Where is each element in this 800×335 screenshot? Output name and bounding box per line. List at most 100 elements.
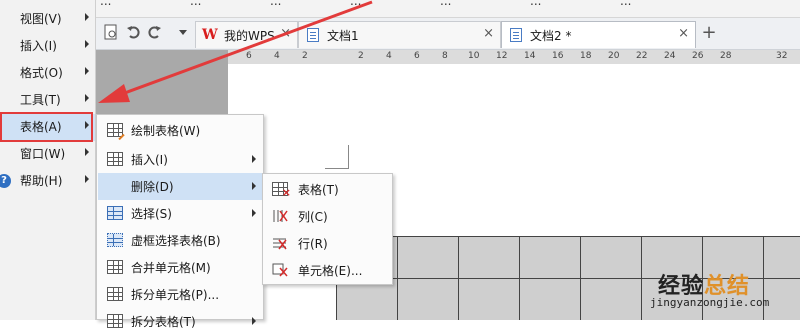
menu-item-label: 插入(I) [20, 39, 57, 53]
menu-item-insert[interactable]: 插入(I) [0, 33, 95, 60]
ribbon-item[interactable]: ... [190, 0, 201, 8]
menu-item-delete-column[interactable]: 列(C) [264, 203, 391, 230]
menu-item-delete[interactable]: 删除(D) [98, 173, 262, 200]
table-border [580, 236, 581, 320]
menu-item-insert[interactable]: 插入(I) [98, 146, 262, 173]
menu-item-delete-table[interactable]: × 表格(T) [264, 176, 391, 203]
tab-label: 文档2 * [530, 29, 572, 43]
menu-item-label: 格式(O) [20, 66, 63, 80]
table-border [397, 236, 398, 320]
margin-corner-mark [325, 145, 349, 169]
delete-cell-icon [272, 263, 288, 277]
ribbon-item[interactable]: ... [620, 0, 631, 8]
close-icon[interactable]: × [280, 26, 291, 41]
menu-item-draw-table[interactable]: 绘制表格(W) [98, 117, 262, 144]
ribbon-item[interactable]: ... [350, 0, 361, 8]
delete-table-icon: × [272, 182, 291, 198]
draw-table-icon [107, 123, 125, 141]
tab-label: 我的WPS [224, 29, 275, 43]
table-border [336, 236, 800, 237]
ruler-number: 8 [442, 51, 448, 61]
tab-label: 文档1 [327, 29, 359, 43]
menu-item-view[interactable]: 视图(V) [0, 6, 95, 33]
menu-item-window[interactable]: 窗口(W) [0, 141, 95, 168]
redo-icon[interactable] [147, 24, 163, 42]
ribbon-item[interactable]: ... [440, 0, 451, 8]
dropdown-icon[interactable] [175, 24, 191, 42]
menu-item-label: 表格(T) [298, 183, 339, 197]
ruler-number: 28 [720, 51, 732, 61]
submenu-arrow-icon [85, 94, 89, 102]
ruler-number: 18 [580, 51, 592, 61]
submenu-arrow-icon [85, 148, 89, 156]
ruler-number: 2 [302, 51, 308, 61]
select-table-icon [107, 206, 123, 220]
menu-item-label: 列(C) [298, 210, 328, 224]
document-tab-bar: W 我的WPS × 文档1 × 文档2 * × + [95, 18, 800, 50]
submenu-arrow-icon [85, 13, 89, 21]
document-icon [307, 28, 319, 42]
menu-item-label: 删除(D) [131, 180, 174, 194]
menu-item-split-table[interactable]: 拆分表格(T) [98, 308, 262, 335]
table-border [641, 236, 642, 320]
doc-view-icon[interactable] [103, 24, 119, 42]
table-submenu: 绘制表格(W) 插入(I) 删除(D) 选择(S) 虚框选择表格(B) 合并单元… [96, 114, 264, 329]
ruler-number: 22 [636, 51, 648, 61]
ribbon-item[interactable]: ... [100, 0, 111, 8]
submenu-arrow-icon [252, 182, 256, 190]
menu-item-dotted-select[interactable]: 虚框选择表格(B) [98, 227, 262, 254]
menu-item-format[interactable]: 格式(O) [0, 60, 95, 87]
close-icon[interactable]: × [483, 26, 494, 41]
horizontal-ruler[interactable]: 6 4 2 2 4 6 8 10 12 14 16 18 20 22 24 26… [228, 50, 800, 65]
ruler-number: 16 [552, 51, 564, 61]
ruler-number: 32 [776, 51, 788, 61]
ruler-number: 24 [664, 51, 676, 61]
ruler-number: 4 [386, 51, 392, 61]
split-table-icon [107, 314, 123, 328]
annotation-highlight-box [0, 112, 93, 142]
ruler-number: 12 [496, 51, 508, 61]
tab-document2[interactable]: 文档2 * × [501, 21, 696, 48]
watermark-url: jingyanzongjie.com [650, 296, 770, 309]
ruler-number: 2 [358, 51, 364, 61]
delete-icon [107, 179, 123, 193]
submenu-arrow-icon [252, 155, 256, 163]
menu-item-split-cells[interactable]: 拆分单元格(P)... [98, 281, 262, 308]
menu-item-delete-row[interactable]: 行(R) [264, 230, 391, 257]
ribbon-strip: ... ... ... ... ... ... ... [0, 0, 800, 18]
merge-cells-icon [107, 260, 123, 274]
menu-item-select[interactable]: 选择(S) [98, 200, 262, 227]
menu-item-merge-cells[interactable]: 合并单元格(M) [98, 254, 262, 281]
menu-item-delete-cell[interactable]: 单元格(E)... [264, 257, 391, 284]
submenu-arrow-icon [85, 67, 89, 75]
menu-item-label: 拆分单元格(P)... [131, 288, 220, 302]
tab-my-wps[interactable]: W 我的WPS × [195, 21, 298, 48]
menu-item-help[interactable]: ? 帮助(H) [0, 168, 95, 195]
new-tab-button[interactable]: + [701, 24, 717, 42]
table-border [519, 236, 520, 320]
submenu-arrow-icon [252, 317, 256, 325]
ruler-number: 6 [414, 51, 420, 61]
menu-item-label: 视图(V) [20, 12, 62, 26]
ribbon-item[interactable]: ... [270, 0, 281, 8]
menu-item-label: 拆分表格(T) [131, 315, 196, 329]
menu-item-label: 插入(I) [131, 153, 168, 167]
menu-item-label: 帮助(H) [20, 174, 63, 188]
ruler-number: 14 [524, 51, 536, 61]
ribbon-item[interactable]: ... [530, 0, 541, 8]
ruler-number: 10 [468, 51, 480, 61]
menu-item-label: 绘制表格(W) [131, 124, 201, 138]
tab-document1[interactable]: 文档1 × [298, 21, 501, 48]
submenu-arrow-icon [252, 209, 256, 217]
undo-icon[interactable] [125, 24, 141, 42]
ruler-number: 20 [608, 51, 620, 61]
submenu-arrow-icon [85, 175, 89, 183]
submenu-arrow-icon [85, 40, 89, 48]
ruler-number: 6 [246, 51, 252, 61]
split-cells-icon [107, 287, 123, 301]
insert-table-icon [107, 152, 123, 166]
menu-item-label: 行(R) [298, 237, 328, 251]
table-border [458, 236, 459, 320]
close-icon[interactable]: × [678, 26, 689, 41]
menu-item-tools[interactable]: 工具(T) [0, 87, 95, 114]
